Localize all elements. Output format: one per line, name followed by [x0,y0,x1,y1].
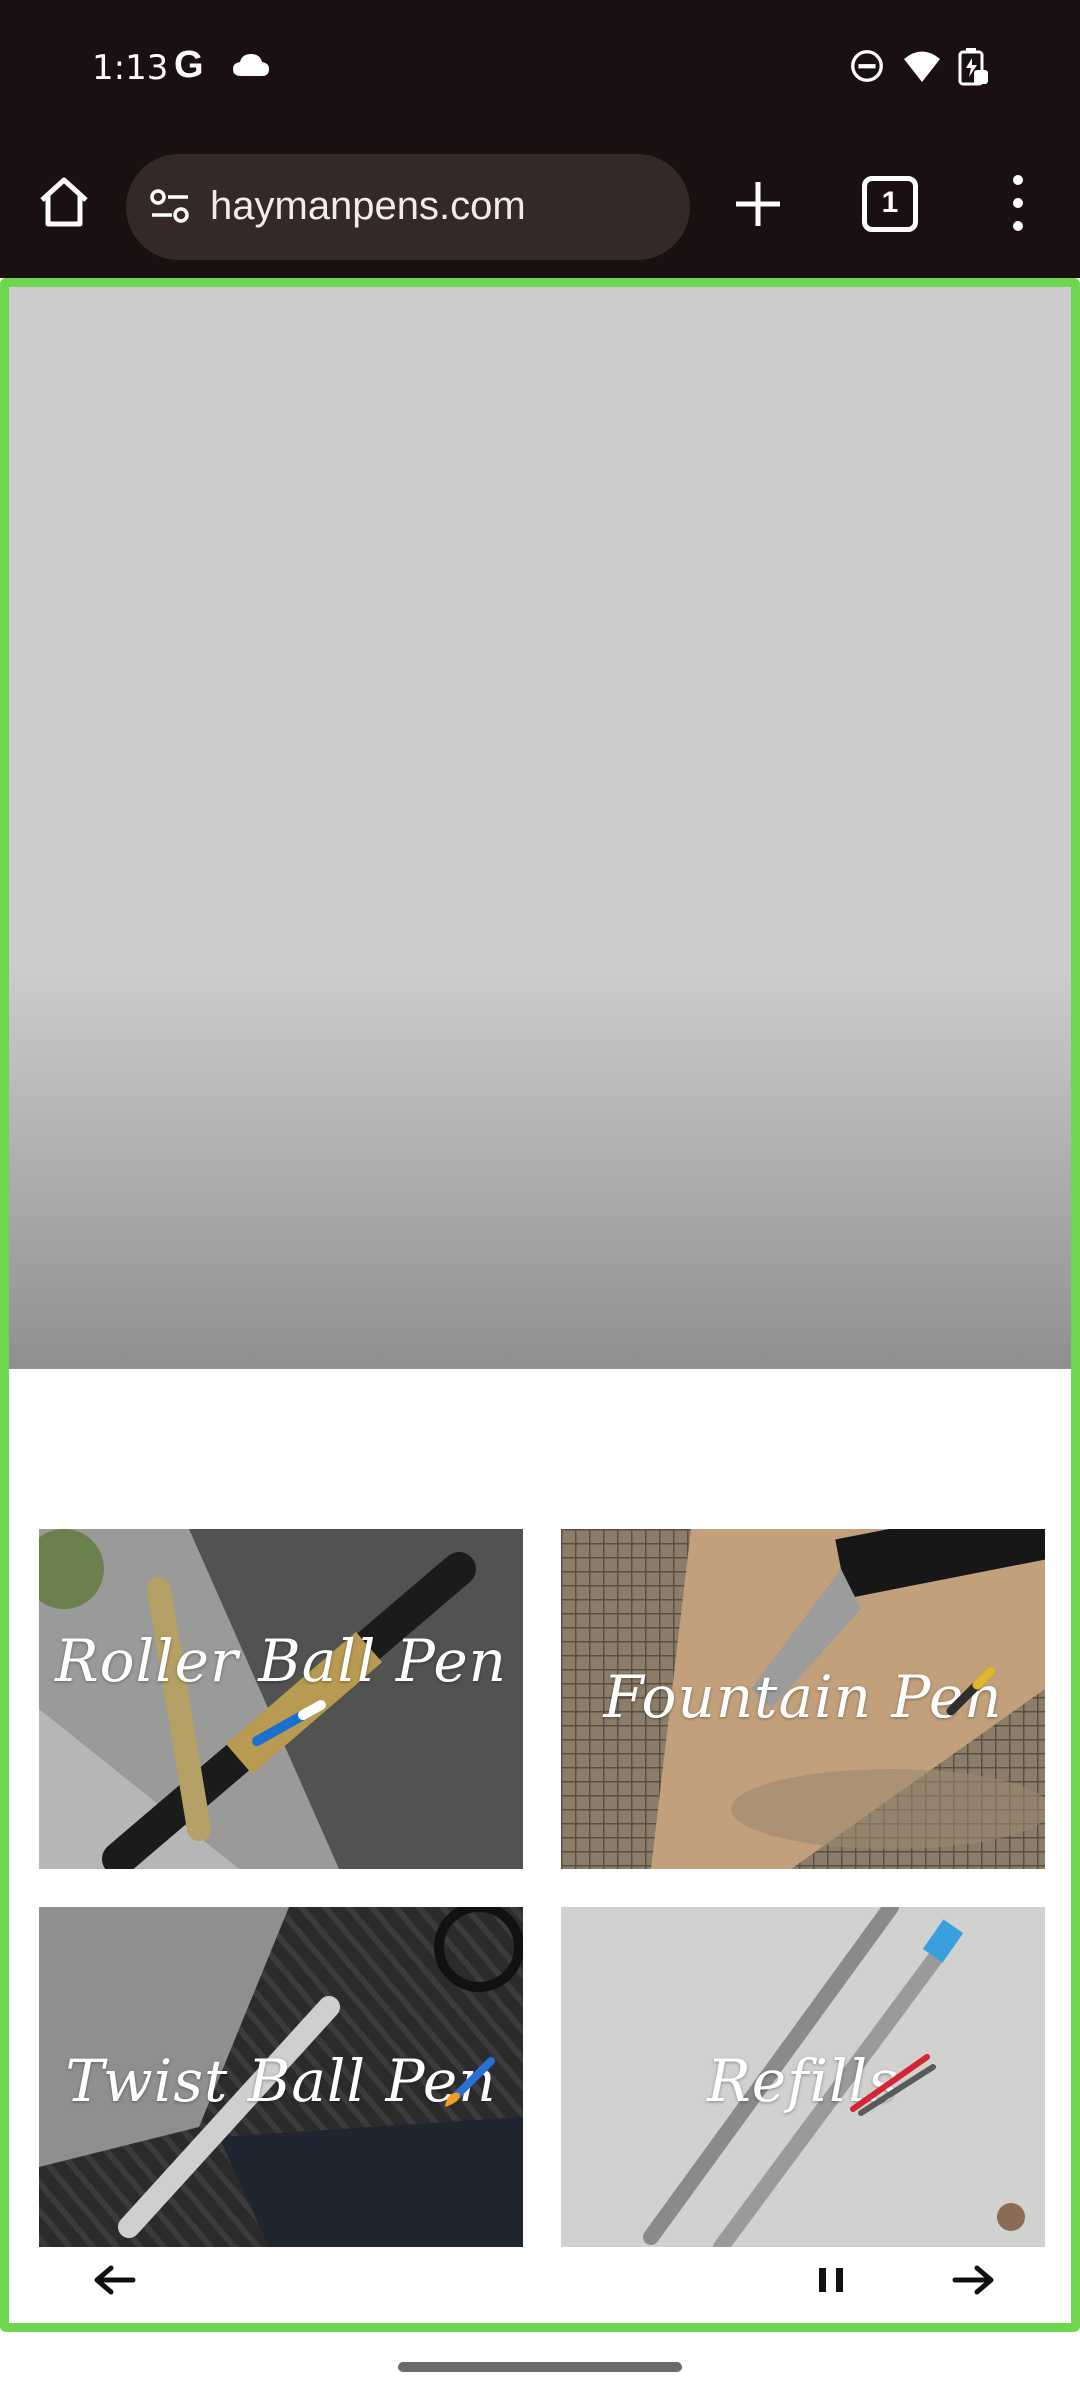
category-tile-twist-ball-pen[interactable]: Twist Ball Pen [39,1907,523,2247]
status-bar: 1:13 G [0,0,1080,140]
category-tile-roller-ball-pen[interactable]: Roller Ball Pen [39,1529,523,1869]
site-settings-icon[interactable] [148,186,192,226]
paintbrush-icon [445,2057,495,2107]
cloud-icon [233,54,269,76]
fountain-pen-icon [946,1666,996,1716]
pause-icon[interactable] [807,2256,855,2304]
google-icon: G [174,44,204,86]
url-text[interactable]: haymanpens.com [210,184,526,229]
roller-pen-icon [252,1700,326,1746]
url-bar[interactable]: haymanpens.com [126,154,690,260]
category-label: Roller Ball Pen [54,1627,507,1695]
plus-icon[interactable] [730,176,786,232]
home-icon[interactable] [36,174,92,230]
do-not-disturb-icon [851,50,883,82]
category-tile-fountain-pen[interactable]: Fountain Pen [561,1529,1045,1869]
gesture-navigation-bar[interactable] [398,2362,682,2372]
wifi-icon [904,51,940,82]
refill-icon [850,2054,936,2116]
arrow-left-icon[interactable] [89,2256,137,2304]
browser-toolbar: haymanpens.com 1 [0,140,1080,418]
hero-banner [9,287,1071,1369]
tabs-button[interactable]: 1 [862,176,918,232]
category-label: Refills [707,2047,899,2115]
arrow-right-icon[interactable] [951,2256,999,2304]
web-content: Roller Ball Pen Fountain Pen Twist Ball … [0,278,1080,2332]
status-time: 1:13 [92,48,169,88]
more-vert-icon[interactable] [1000,170,1036,236]
battery-charging-icon [958,48,988,86]
tabs-icon[interactable]: 1 [862,176,918,232]
category-tile-refills[interactable]: Refills [561,1907,1045,2247]
